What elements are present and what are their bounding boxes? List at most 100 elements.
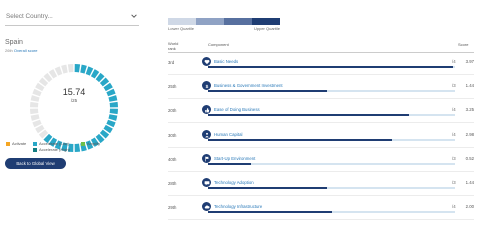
row-divider — [168, 122, 474, 123]
overall-score-max: /25 — [70, 98, 78, 103]
donut-segment-empty — [30, 108, 39, 115]
thumbs-up-icon — [202, 105, 211, 114]
header-divider — [168, 52, 474, 53]
world-rank: 40th — [168, 157, 177, 162]
legend-item-amplify: Amplify — [81, 141, 100, 146]
score-bar-fill — [208, 139, 392, 141]
table-row: 30th Human Capital/4 2.98 — [168, 128, 474, 152]
component-link[interactable]: Ease of Doing Business — [214, 107, 260, 112]
score-bar-fill — [208, 66, 453, 68]
component-score: 3.97 — [465, 59, 474, 64]
legend-swatch — [33, 147, 37, 152]
component-score: 1.44 — [465, 180, 474, 185]
world-rank: 29th — [168, 205, 177, 210]
legend-label: Accelerate (High) — [39, 147, 70, 152]
score-bar-fill — [208, 163, 251, 165]
country-select-placeholder: Select Country... — [6, 13, 53, 20]
quartile-scale — [168, 18, 280, 25]
component-link[interactable]: Technology Adoption — [214, 180, 254, 185]
score-bar-fill — [208, 114, 409, 116]
component-score: 3.25 — [465, 107, 474, 112]
component-max: /3 — [452, 156, 456, 161]
table-row: 29th Technology Infrastructure/4 2.00 — [168, 200, 474, 224]
component-max: /3 — [452, 180, 456, 185]
table-row: 28th Technology Adoption/3 1.44 — [168, 176, 474, 200]
quartile-segment — [252, 18, 280, 25]
component-score: 2.98 — [465, 132, 474, 137]
component-link[interactable]: Human Capital — [214, 132, 242, 137]
upper-quartile-label: Upper Quartile — [253, 26, 280, 31]
row-divider — [168, 147, 474, 148]
world-rank: 30th — [168, 133, 177, 138]
donut-segment-filled — [80, 64, 87, 74]
chevron-down-icon[interactable] — [131, 13, 137, 19]
donut-segment-filled — [74, 143, 81, 152]
donut-segment-empty — [67, 64, 74, 73]
heart-icon — [202, 57, 211, 66]
legend-swatch — [33, 141, 37, 146]
header-score: Score — [458, 42, 469, 47]
person-icon — [202, 130, 211, 139]
legend-item-activate: Activate — [6, 141, 26, 146]
world-rank: 25th — [168, 84, 177, 89]
score-bar-fill — [208, 187, 327, 189]
legend-swatch — [6, 141, 10, 146]
quartile-segment — [224, 18, 252, 25]
legend-swatch — [81, 141, 85, 146]
overall-rank: 26th Overall score — [5, 48, 37, 53]
back-to-global-view-button[interactable]: Back to Global View — [5, 158, 66, 169]
donut-segment-empty — [61, 64, 68, 74]
component-max: /3 — [452, 83, 456, 88]
row-divider — [168, 195, 474, 196]
score-bar-fill — [208, 90, 327, 92]
quartile-segment — [168, 18, 196, 25]
overall-rank-value: 26th — [5, 48, 13, 53]
table-row: 25th $ Business & Government Investment/3 1… — [168, 79, 474, 103]
component-max: /4 — [452, 107, 456, 112]
header-world-rank: World rank — [168, 41, 178, 51]
donut-segment-empty — [30, 95, 40, 102]
score-bar-fill — [208, 211, 332, 213]
component-link[interactable]: Technology Infrastructure — [214, 204, 262, 209]
row-divider — [168, 171, 474, 172]
row-divider — [168, 74, 474, 75]
country-select[interactable]: Select Country... — [5, 9, 139, 26]
donut-segment-filled — [109, 108, 118, 115]
cloud-icon — [202, 202, 211, 211]
table-row: 20th Ease of Doing Business/4 3.25 — [168, 103, 474, 127]
world-rank: 28th — [168, 181, 177, 186]
component-max: /4 — [452, 132, 456, 137]
legend-label: Activate — [12, 141, 27, 146]
component-link[interactable]: Basic Needs — [214, 59, 238, 64]
component-max: /4 — [452, 59, 456, 64]
donut-segment-filled — [74, 64, 81, 73]
donut-segment-empty — [30, 114, 40, 121]
legend-label: Amplify — [87, 141, 101, 146]
header-component: Component — [208, 42, 229, 47]
component-link[interactable]: Start-Up Environment — [214, 156, 255, 161]
component-max: /4 — [452, 204, 456, 209]
donut-segment-filled — [108, 95, 118, 102]
legend-item-accelerate-low: Accelerate (Low) — [33, 141, 69, 146]
donut-segment-filled — [109, 101, 118, 108]
component-score: 0.52 — [465, 156, 474, 161]
table-row: 3rd Basic Needs/4 3.97 — [168, 55, 474, 79]
quartile-segment — [196, 18, 224, 25]
row-divider — [168, 98, 474, 99]
chat-bubble-icon — [202, 178, 211, 187]
component-score: 2.00 — [465, 204, 474, 209]
overall-score-value: 15.74 — [62, 87, 86, 97]
table-row: 40th Start-Up Environment/3 0.52 — [168, 152, 474, 176]
flag-icon — [202, 154, 211, 163]
world-rank: 3rd — [168, 60, 175, 65]
legend-item-accelerate-high: Accelerate (High) — [33, 147, 70, 152]
svg-text:$: $ — [205, 83, 208, 88]
overall-score-link[interactable]: Overall score — [14, 48, 38, 53]
component-link[interactable]: Business & Government Investment — [214, 83, 283, 88]
donut-segment-empty — [30, 101, 39, 108]
world-rank: 20th — [168, 108, 177, 113]
dollar-icon: $ — [202, 81, 211, 90]
donut-segment-filled — [108, 114, 118, 121]
lower-quartile-label: Lower Quartile — [168, 26, 195, 31]
country-name: Spain — [5, 39, 23, 46]
